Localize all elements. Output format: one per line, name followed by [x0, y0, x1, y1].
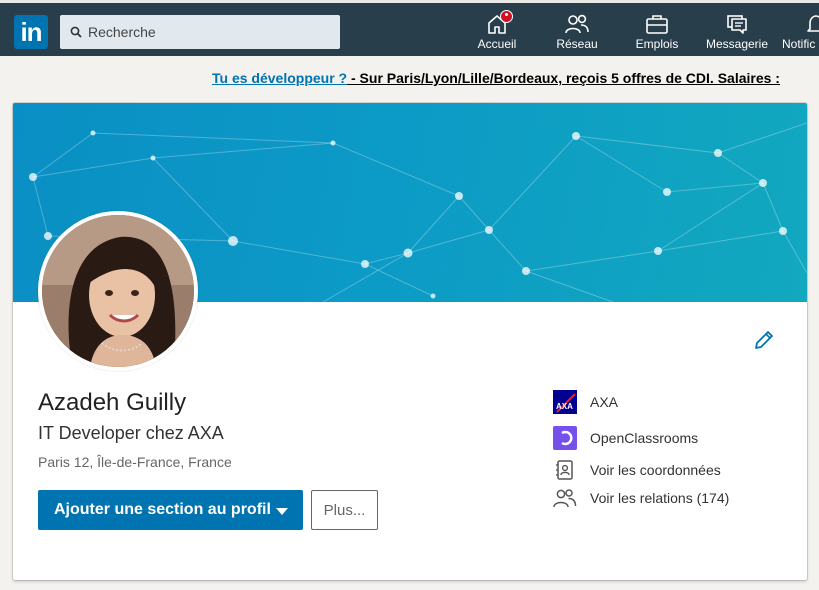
nav-item-label: Emplois: [635, 37, 679, 51]
search-input[interactable]: [88, 15, 333, 49]
network-icon: [565, 14, 589, 34]
edit-profile-button[interactable]: [753, 329, 775, 356]
nav-item-jobs[interactable]: Emplois: [630, 9, 684, 57]
openclassrooms-logo-icon: [553, 426, 577, 450]
nav-item-home[interactable]: Accueil: [470, 9, 524, 57]
school-name: OpenClassrooms: [590, 430, 699, 446]
search-box[interactable]: [60, 15, 340, 49]
nav-item-network[interactable]: Réseau: [550, 9, 604, 57]
profile-location: Paris 12, Île-de-France, France: [38, 454, 232, 470]
ad-banner[interactable]: Tu es développeur ? - Sur Paris/Lyon/Lil…: [212, 70, 780, 86]
bell-icon: [807, 15, 819, 32]
linkedin-logo[interactable]: in: [14, 15, 48, 49]
ad-question-link[interactable]: Tu es développeur ?: [212, 70, 347, 86]
profile-headline: IT Developer chez AXA: [38, 423, 224, 443]
pencil-icon: [755, 331, 773, 349]
nav-item-label: Accueil: [477, 37, 517, 51]
profile-name: Azadeh Guilly: [38, 389, 187, 416]
profile-photo[interactable]: [38, 211, 198, 371]
search-icon: [70, 26, 82, 38]
avatar: [42, 215, 194, 367]
notification-badge: [500, 10, 513, 23]
more-button[interactable]: Plus...: [311, 490, 378, 530]
svg-text:AXA: AXA: [556, 402, 573, 411]
messaging-icon: [727, 15, 747, 34]
briefcase-icon: [646, 15, 668, 34]
contact-card-icon: [553, 458, 577, 482]
nav-item-notifications[interactable]: Notific: [782, 9, 819, 57]
connections-link[interactable]: Voir les relations (174): [553, 485, 793, 511]
connections-label: Voir les relations (174): [590, 490, 730, 506]
company-link[interactable]: AXA AXA: [553, 389, 793, 415]
caret-down-icon: [276, 508, 288, 515]
nav-item-messaging[interactable]: Messagerie: [703, 9, 771, 57]
top-nav: in Accueil Réseau Emplois: [0, 0, 819, 56]
add-section-label: Ajouter une section au profil: [54, 501, 271, 518]
nav-item-label: Notific: [782, 37, 816, 51]
nav-item-label: Réseau: [556, 37, 598, 51]
profile-card: Azadeh Guilly IT Developer chez AXA Pari…: [13, 103, 807, 580]
contact-info-label: Voir les coordonnées: [590, 462, 721, 478]
nav-item-label: Messagerie: [705, 37, 769, 51]
contact-info-link[interactable]: Voir les coordonnées: [553, 457, 793, 483]
company-name: AXA: [590, 394, 619, 410]
connections-icon: [553, 486, 577, 510]
axa-logo-icon: AXA: [553, 390, 577, 414]
ad-text-link[interactable]: - Sur Paris/Lyon/Lille/Bordeaux, reçois …: [347, 70, 780, 86]
add-section-button[interactable]: Ajouter une section au profil: [38, 490, 303, 530]
school-link[interactable]: OpenClassrooms: [553, 425, 793, 451]
